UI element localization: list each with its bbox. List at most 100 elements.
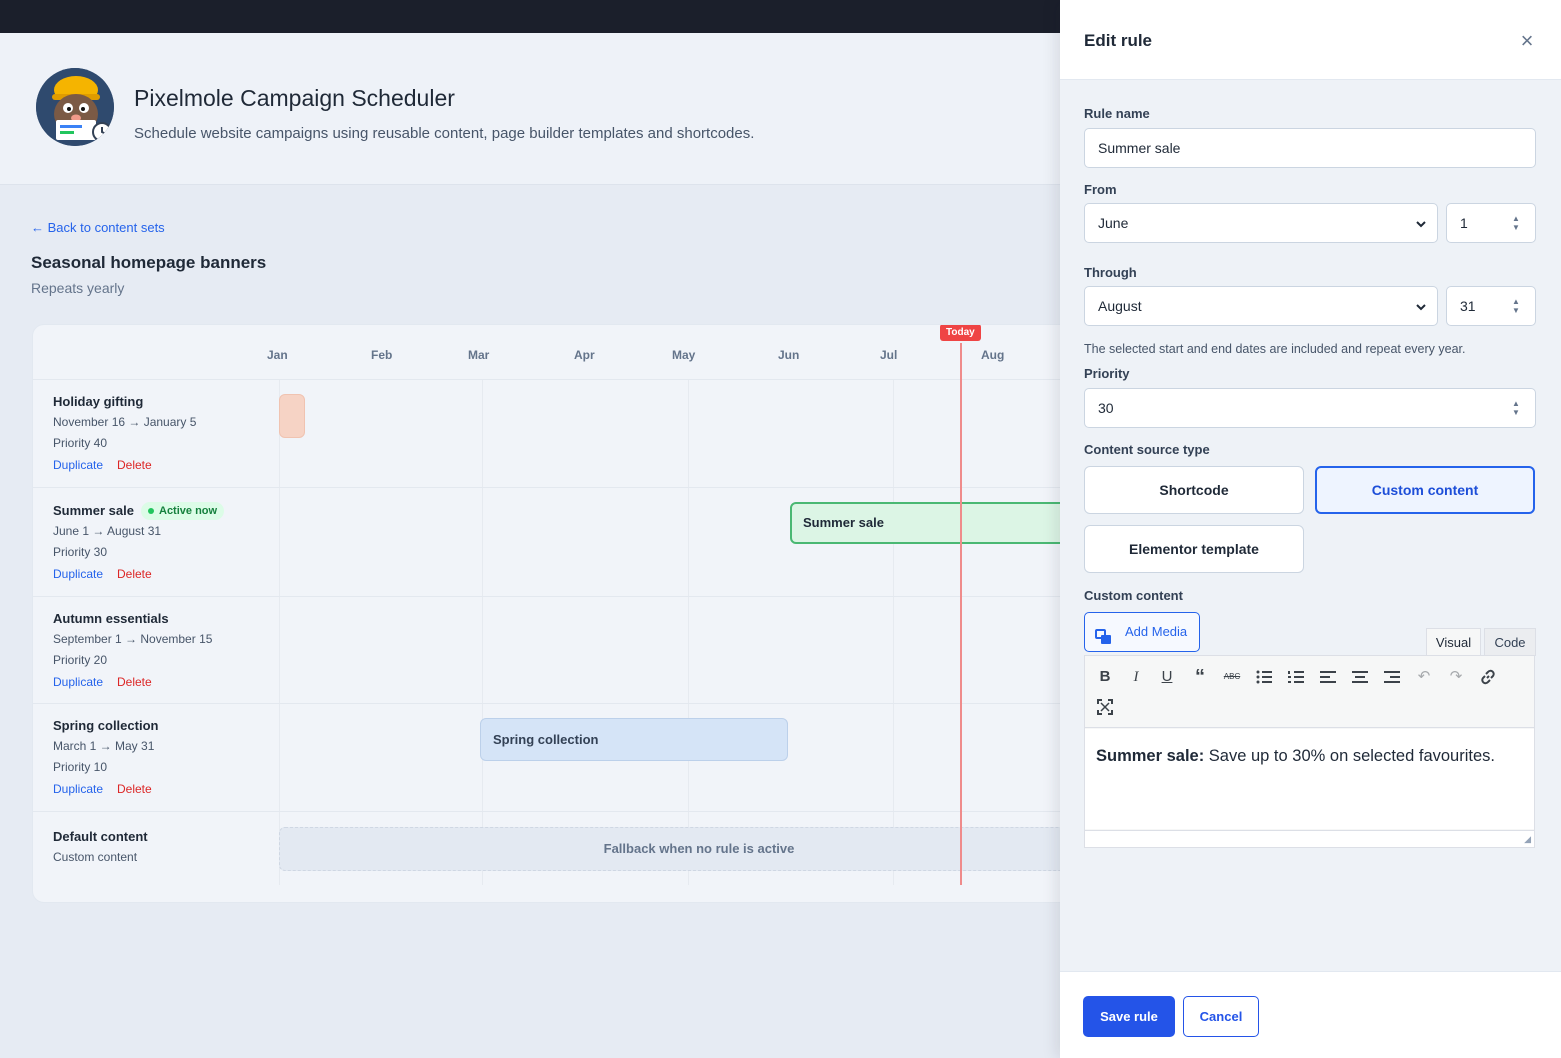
- bold-icon[interactable]: B: [1094, 666, 1116, 688]
- rule-priority: Priority 20: [53, 653, 108, 667]
- duplicate-link[interactable]: Duplicate: [53, 567, 103, 581]
- rule-name: Holiday gifting: [53, 394, 144, 409]
- source-shortcode-button[interactable]: Shortcode: [1084, 466, 1304, 514]
- chevron-down-icon: [1415, 204, 1427, 242]
- stepper-icon[interactable]: ▲ ▼: [1511, 399, 1521, 417]
- today-marker-line: [960, 343, 962, 885]
- numbered-list-icon[interactable]: [1285, 666, 1307, 688]
- rule-name: Summer sale: [53, 503, 134, 518]
- tab-code[interactable]: Code: [1484, 628, 1536, 656]
- month-label: May: [672, 348, 696, 362]
- redo-icon[interactable]: ↷: [1445, 666, 1467, 688]
- fullscreen-icon[interactable]: [1094, 696, 1116, 718]
- from-label: From: [1084, 182, 1117, 197]
- month-label: Apr: [574, 348, 595, 362]
- tab-visual[interactable]: Visual: [1426, 628, 1481, 656]
- blockquote-icon[interactable]: “: [1189, 666, 1211, 688]
- from-month-value: June: [1098, 215, 1129, 231]
- through-month-value: August: [1098, 298, 1142, 314]
- bullet-list-icon[interactable]: [1253, 666, 1275, 688]
- editor-toolbar: B I U “ ABC ↶ ↷: [1085, 656, 1534, 728]
- chevron-down-icon: [1415, 287, 1427, 325]
- panel-footer: Save rule Cancel: [1060, 971, 1561, 1058]
- timeline-card: Jan Feb Mar Apr May Jun Jul Aug Holiday …: [32, 324, 1072, 903]
- stepper-icon[interactable]: ▲ ▼: [1511, 297, 1521, 315]
- app-title: Pixelmole Campaign Scheduler: [134, 85, 455, 111]
- through-month-select[interactable]: August: [1084, 286, 1438, 326]
- stepper-icon[interactable]: ▲ ▼: [1511, 214, 1521, 232]
- undo-icon[interactable]: ↶: [1413, 666, 1435, 688]
- rule-name-label: Rule name: [1084, 106, 1150, 121]
- link-icon[interactable]: [1477, 666, 1499, 688]
- underline-icon[interactable]: U: [1156, 666, 1178, 688]
- italic-icon[interactable]: I: [1125, 666, 1147, 688]
- back-to-content-sets-link[interactable]: ← Back to content sets: [31, 220, 165, 235]
- custom-content-label: Custom content: [1084, 588, 1183, 603]
- mole-logo-icon: [36, 68, 114, 146]
- active-now-badge: Active now: [141, 502, 225, 520]
- save-rule-button[interactable]: Save rule: [1083, 996, 1175, 1037]
- panel-title: Edit rule: [1084, 31, 1153, 50]
- align-right-icon[interactable]: [1381, 666, 1403, 688]
- default-content-name: Default content: [53, 829, 148, 844]
- month-label: Mar: [468, 348, 490, 362]
- delete-link[interactable]: Delete: [117, 782, 152, 796]
- add-media-label: Add Media: [1125, 624, 1188, 639]
- align-center-icon[interactable]: [1349, 666, 1371, 688]
- rule-dates: November 16 → January 5: [53, 415, 197, 429]
- month-label: Aug: [981, 348, 1005, 362]
- content-set-title: Seasonal homepage banners: [31, 253, 267, 272]
- rule-priority: Priority 40: [53, 436, 108, 450]
- spring-collection-bar[interactable]: Spring collection: [480, 718, 788, 761]
- rule-name-input[interactable]: Summer sale: [1084, 128, 1536, 168]
- summer-sale-bar[interactable]: Summer sale: [790, 502, 1071, 544]
- edit-rule-panel: Edit rule × Rule name Summer sale From J…: [1060, 0, 1561, 1058]
- default-content-bar[interactable]: Fallback when no rule is active: [279, 827, 1071, 871]
- cancel-button[interactable]: Cancel: [1183, 996, 1259, 1037]
- month-label: Jun: [778, 348, 800, 362]
- rule-priority: Priority 30: [53, 545, 108, 559]
- content-source-type-label: Content source type: [1084, 442, 1210, 457]
- source-elementor-template-button[interactable]: Elementor template: [1084, 525, 1304, 573]
- rule-priority: Priority 10: [53, 760, 108, 774]
- priority-input[interactable]: 30 ▲ ▼: [1084, 388, 1536, 428]
- holiday-gifting-bar[interactable]: [279, 394, 305, 438]
- rule-row-holiday-gifting: Holiday gifting November 16 → January 5 …: [33, 380, 1071, 488]
- main-page: Pixelmole Campaign Scheduler Schedule we…: [0, 33, 1072, 1058]
- media-icon: [1095, 623, 1113, 644]
- duplicate-link[interactable]: Duplicate: [53, 675, 103, 689]
- from-month-select[interactable]: June: [1084, 203, 1438, 243]
- align-left-icon[interactable]: [1317, 666, 1339, 688]
- source-custom-content-button[interactable]: Custom content: [1315, 466, 1535, 514]
- through-day-input[interactable]: 31 ▲ ▼: [1446, 286, 1536, 326]
- month-label: Jan: [267, 348, 288, 362]
- editor-statusbar: ◢: [1085, 830, 1534, 847]
- app-header: Pixelmole Campaign Scheduler Schedule we…: [0, 33, 1060, 185]
- editor-content[interactable]: Summer sale: Save up to 30% on selected …: [1085, 729, 1534, 829]
- rule-dates: September 1 → November 15: [53, 632, 213, 646]
- add-media-button[interactable]: Add Media: [1084, 612, 1200, 652]
- rule-row-autumn-essentials: Autumn essentials September 1 → November…: [33, 597, 1071, 704]
- month-label: Feb: [371, 348, 393, 362]
- delete-link[interactable]: Delete: [117, 567, 152, 581]
- strikethrough-icon[interactable]: ABC: [1221, 666, 1243, 688]
- duplicate-link[interactable]: Duplicate: [53, 458, 103, 472]
- today-badge: Today: [940, 325, 981, 341]
- duplicate-link[interactable]: Duplicate: [53, 782, 103, 796]
- through-label: Through: [1084, 265, 1137, 280]
- from-day-input[interactable]: 1 ▲ ▼: [1446, 203, 1536, 243]
- resize-grip-icon[interactable]: ◢: [1524, 834, 1531, 845]
- delete-link[interactable]: Delete: [117, 458, 152, 472]
- rule-dates: March 1 → May 31: [53, 739, 155, 753]
- date-help-text: The selected start and end dates are inc…: [1084, 342, 1466, 356]
- priority-label: Priority: [1084, 366, 1130, 381]
- rule-dates: June 1 → August 31: [53, 524, 162, 538]
- editor-body-text: Save up to 30% on selected favourites.: [1204, 747, 1495, 765]
- rule-name: Spring collection: [53, 718, 159, 733]
- delete-link[interactable]: Delete: [117, 675, 152, 689]
- panel-header: Edit rule ×: [1060, 0, 1561, 80]
- close-icon[interactable]: ×: [1515, 29, 1539, 53]
- from-day-value: 1: [1460, 215, 1468, 231]
- default-content-type: Custom content: [53, 850, 138, 864]
- app-subtitle: Schedule website campaigns using reusabl…: [134, 125, 755, 142]
